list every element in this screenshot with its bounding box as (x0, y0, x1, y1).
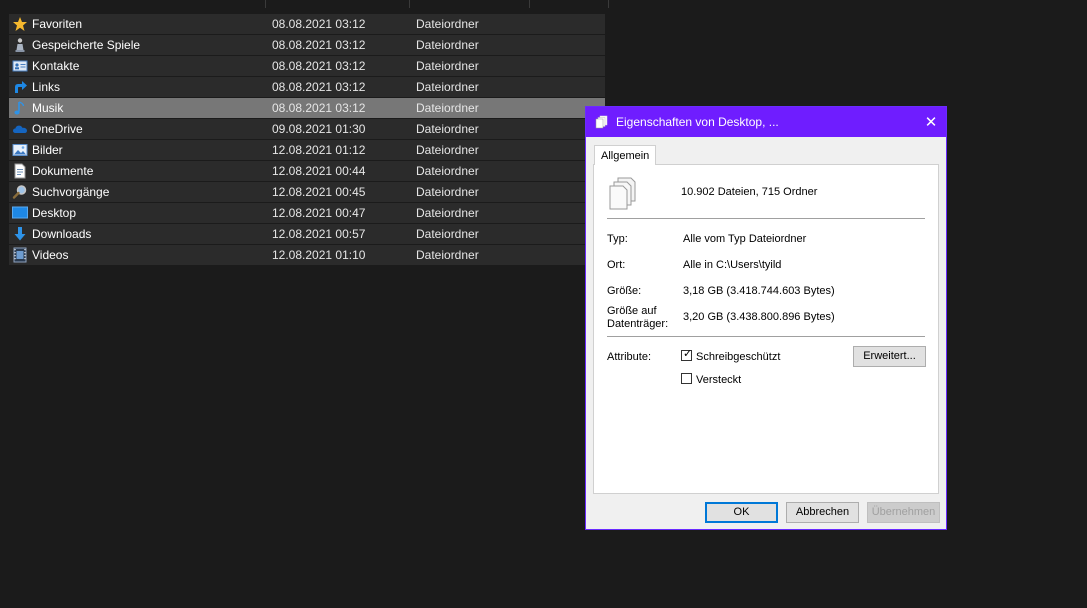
file-row[interactable]: Suchvorgänge 12.08.2021 00:45 Dateiordner (9, 182, 605, 202)
properties-dialog: Eigenschaften von Desktop, ... ✕ Allgeme… (585, 106, 947, 530)
music-note-icon (12, 100, 28, 116)
file-row[interactable]: Favoriten 08.08.2021 03:12 Dateiordner (9, 14, 605, 34)
file-name: Gespeicherte Spiele (32, 38, 141, 52)
file-row[interactable]: Links 08.08.2021 03:12 Dateiordner (9, 77, 605, 97)
advanced-button[interactable]: Erweitert... (853, 346, 926, 367)
multi-file-icon (609, 177, 637, 211)
file-row[interactable]: Desktop 12.08.2021 00:47 Dateiordner (9, 203, 605, 223)
cloud-icon (12, 121, 28, 137)
file-date: 12.08.2021 00:57 (272, 227, 366, 241)
file-name: Downloads (32, 227, 92, 241)
file-name: Dokumente (32, 164, 94, 178)
file-date: 12.08.2021 00:45 (272, 185, 366, 199)
file-type: Dateiordner (416, 164, 479, 178)
file-name: Kontakte (32, 59, 80, 73)
file-date: 09.08.2021 01:30 (272, 122, 366, 136)
file-row[interactable]: Gespeicherte Spiele 08.08.2021 03:12 Datei… (9, 35, 605, 55)
file-name: Desktop (32, 206, 77, 220)
file-count-summary: 10.902 Dateien, 715 Ordner (681, 186, 818, 198)
file-row[interactable]: OneDrive 09.08.2021 01:30 Dateiordner (9, 119, 605, 139)
readonly-label: Schreibgeschützt (696, 351, 781, 363)
disk-size-value: 3,20 GB (3.438.800.896 Bytes) (683, 311, 835, 323)
file-name: Videos (32, 248, 69, 262)
general-panel: 10.902 Dateien, 715 Ordner Typ: Alle vom… (593, 164, 939, 494)
file-row[interactable]: Kontakte 08.08.2021 03:12 Dateiordner (9, 56, 605, 76)
file-row[interactable]: Dokumente 12.08.2021 00:44 Dateiordner (9, 161, 605, 181)
file-type: Dateiordner (416, 59, 479, 73)
dialog-titlebar[interactable]: Eigenschaften von Desktop, ... ✕ (586, 107, 946, 137)
file-name: Musik (32, 101, 64, 115)
file-name: Bilder (32, 143, 63, 157)
file-type: Dateiordner (416, 101, 479, 115)
disk-size-label-line2: Datenträger: (607, 318, 669, 330)
file-type: Dateiordner (416, 185, 479, 199)
hidden-checkbox[interactable] (681, 373, 692, 384)
download-arrow-icon (12, 226, 28, 242)
file-name: Favoriten (32, 17, 83, 31)
hidden-label: Versteckt (696, 374, 742, 386)
column-separator[interactable] (265, 0, 266, 8)
close-icon[interactable]: ✕ (916, 107, 946, 137)
file-date: 08.08.2021 03:12 (272, 17, 366, 31)
cancel-button[interactable]: Abbrechen (786, 502, 859, 523)
picture-icon (12, 142, 28, 158)
file-row[interactable]: Downloads 12.08.2021 00:57 Dateiordner (9, 224, 605, 244)
file-name: Suchvorgänge (32, 185, 110, 199)
file-date: 08.08.2021 03:12 (272, 59, 366, 73)
file-date: 12.08.2021 01:12 (272, 143, 366, 157)
file-type: Dateiordner (416, 17, 479, 31)
film-icon (12, 247, 28, 263)
file-type: Dateiordner (416, 248, 479, 262)
file-date: 08.08.2021 03:12 (272, 101, 366, 115)
file-type: Dateiordner (416, 80, 479, 94)
file-type: Dateiordner (416, 122, 479, 136)
file-date: 08.08.2021 03:12 (272, 80, 366, 94)
file-name: Links (32, 80, 61, 94)
file-type: Dateiordner (416, 143, 479, 157)
divider (607, 336, 925, 337)
document-icon (12, 163, 28, 179)
tab-general[interactable]: Allgemein (594, 145, 657, 165)
apply-button[interactable]: Übernehmen (867, 502, 940, 523)
dialog-title: Eigenschaften von Desktop, ... (616, 115, 779, 129)
size-value: 3,18 GB (3.418.744.603 Bytes) (683, 285, 835, 297)
type-value: Alle vom Typ Dateiordner (683, 233, 807, 245)
readonly-checkbox[interactable]: ✓ (681, 348, 693, 361)
folders-icon (595, 115, 609, 129)
file-row[interactable]: Bilder 12.08.2021 01:12 Dateiordner (9, 140, 605, 160)
divider (607, 218, 925, 219)
location-value: Alle in C:\Users\tyild (683, 259, 782, 271)
column-separator[interactable] (608, 0, 609, 8)
star-icon (12, 16, 28, 32)
contact-card-icon (12, 58, 28, 74)
ok-button[interactable]: OK (705, 502, 778, 523)
file-date: 12.08.2021 01:10 (272, 248, 366, 262)
file-type: Dateiordner (416, 227, 479, 241)
size-label: Größe: (607, 285, 642, 297)
chess-piece-icon (12, 37, 28, 53)
file-date: 12.08.2021 00:47 (272, 206, 366, 220)
file-date: 12.08.2021 00:44 (272, 164, 366, 178)
column-separator[interactable] (529, 0, 530, 8)
file-row[interactable]: Videos 12.08.2021 01:10 Dateiordner (9, 245, 605, 265)
column-header (9, 0, 609, 9)
file-name: OneDrive (32, 122, 83, 136)
link-arrow-icon (12, 79, 28, 95)
file-type: Dateiordner (416, 206, 479, 220)
location-label: Ort: (607, 259, 626, 271)
search-icon (12, 184, 28, 200)
column-separator[interactable] (409, 0, 410, 8)
type-label: Typ: (607, 233, 628, 245)
file-type: Dateiordner (416, 38, 479, 52)
file-date: 08.08.2021 03:12 (272, 38, 366, 52)
desktop-icon (12, 205, 28, 221)
file-row[interactable]: Musik 08.08.2021 03:12 Dateiordner (9, 98, 605, 118)
attributes-label: Attribute: (607, 351, 652, 363)
disk-size-label-line1: Größe auf (607, 305, 657, 317)
checkmark-icon: ✓ (683, 348, 693, 360)
file-list: Favoriten 08.08.2021 03:12 Dateiordner Gesp… (9, 14, 605, 266)
